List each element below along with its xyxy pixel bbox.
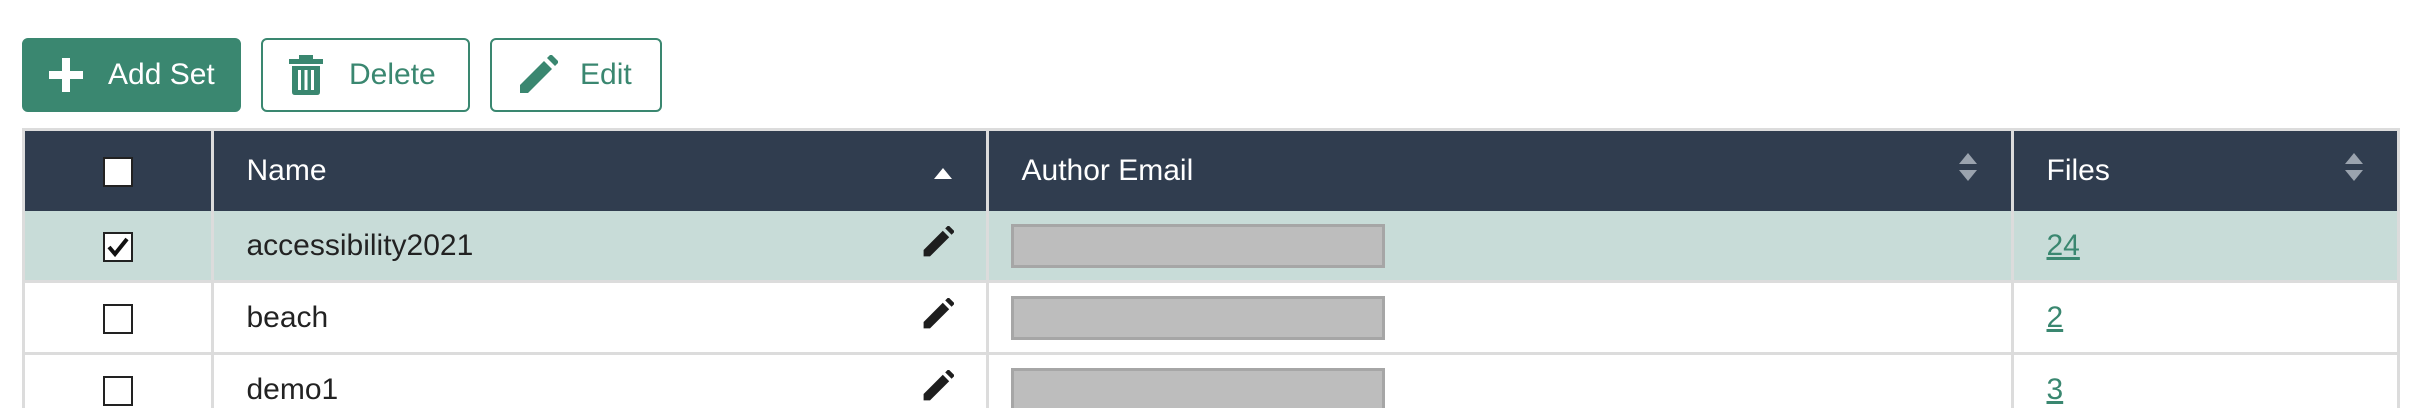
row-select-cell [25,211,214,283]
redacted-email [1010,295,1385,340]
row-name-cell: accessibility2021 [212,211,989,283]
add-set-label: Add Set [108,58,215,91]
redacted-email [1010,367,1385,408]
row-files-cell: 24 [2012,211,2397,283]
select-all-cell [25,131,214,211]
pencil-icon[interactable] [922,297,954,338]
column-header-files-label: Files [2046,154,2110,187]
table-row[interactable]: beach 2 [25,281,2397,355]
table-row[interactable]: demo1 3 [25,353,2397,408]
row-select-cell [25,353,214,408]
add-set-button[interactable]: Add Set [22,38,241,112]
row-name: accessibility2021 [246,228,474,262]
plus-icon [49,58,83,92]
sets-table-container: Name Author Email Files accessibility202… [22,128,2400,408]
row-name: beach [246,300,329,334]
sort-icon[interactable] [2345,153,2363,189]
row-email-cell [987,353,2014,408]
delete-label: Delete [349,58,436,91]
row-email-cell [987,281,2014,355]
caret-up-icon[interactable] [933,154,952,188]
pencil-icon [518,55,558,95]
row-files-cell: 2 [2012,281,2397,355]
column-header-name-label: Name [246,154,327,187]
sets-table: Name Author Email Files accessibility202… [25,131,2397,408]
edit-button[interactable]: Edit [490,38,662,112]
files-count-link[interactable]: 3 [2047,373,2064,406]
pencil-icon[interactable] [922,225,954,266]
row-checkbox[interactable] [102,231,133,262]
row-name-cell: demo1 [212,353,989,408]
column-header-name[interactable]: Name [212,131,989,211]
pencil-icon[interactable] [922,369,954,408]
column-header-files[interactable]: Files [2012,131,2397,211]
row-checkbox[interactable] [102,303,133,334]
row-name-cell: beach [212,281,989,355]
table-row[interactable]: accessibility2021 24 [25,211,2397,283]
delete-button[interactable]: Delete [261,38,470,112]
column-header-author-email[interactable]: Author Email [987,131,2014,211]
sort-icon[interactable] [1958,153,1977,189]
column-header-email-label: Author Email [1021,154,1194,187]
edit-label: Edit [580,58,632,91]
row-name: demo1 [246,372,339,406]
row-email-cell [987,211,2014,283]
row-select-cell [25,281,214,355]
redacted-email [1010,223,1385,268]
table-header-row: Name Author Email Files [25,131,2397,211]
select-all-checkbox[interactable] [102,157,133,188]
files-count-link[interactable]: 24 [2047,229,2080,262]
trash-icon [289,55,323,95]
checkmark-icon [107,237,129,257]
toolbar: Add Set Delete Edit [22,38,662,112]
row-checkbox[interactable] [102,375,133,406]
files-count-link[interactable]: 2 [2047,301,2064,334]
row-files-cell: 3 [2012,353,2397,408]
